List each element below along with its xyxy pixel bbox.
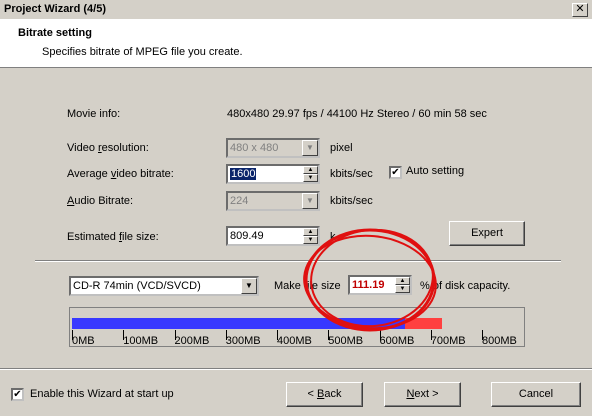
average-video-bitrate-label: Average video bitrate:: [67, 168, 174, 180]
capacity-tick-label: 400MB: [277, 335, 312, 347]
close-icon: ✕: [575, 3, 585, 15]
title-bar: Project Wizard (4/5) ✕: [0, 0, 592, 20]
capacity-tick-label: 200MB: [174, 335, 210, 347]
chevron-down-icon[interactable]: ▼: [302, 140, 318, 156]
chevron-down-icon[interactable]: ▼: [241, 278, 257, 294]
capacity-tick-label: 500MB: [328, 335, 364, 347]
cancel-button[interactable]: Cancel: [491, 382, 581, 407]
section-divider: [35, 260, 561, 262]
capacity-tick-label: 800MB: [482, 335, 517, 347]
enable-wizard-checkbox[interactable]: ✔: [11, 388, 24, 401]
capacity-tick-label: 600MB: [379, 335, 415, 347]
disc-type-select[interactable]: CD-R 74min (VCD/SVCD) ▼: [69, 276, 259, 296]
audio-bitrate-select[interactable]: 224 ▼: [226, 191, 320, 211]
capacity-overflow: [405, 318, 443, 329]
average-video-bitrate-input[interactable]: 1600 ▲ ▼: [226, 164, 320, 184]
checkmark-icon: ✔: [391, 167, 400, 178]
spin-down-icon[interactable]: ▼: [303, 236, 318, 244]
movie-info-label: Movie info:: [67, 108, 121, 120]
wizard-header: Bitrate setting Specifies bitrate of MPE…: [0, 20, 592, 68]
average-video-bitrate-value[interactable]: 1600: [230, 168, 257, 180]
disc-type-value: CD-R 74min (VCD/SVCD): [73, 280, 201, 292]
video-resolution-unit: pixel: [330, 142, 353, 154]
expert-button[interactable]: Expert: [449, 221, 525, 246]
capacity-tick-label: 300MB: [225, 335, 261, 347]
back-button[interactable]: < Back: [286, 382, 363, 407]
spin-down-icon[interactable]: ▼: [303, 174, 318, 182]
capacity-tick-label: 700MB: [430, 335, 466, 347]
spin-up-icon[interactable]: ▲: [303, 166, 318, 174]
auto-setting-label: Auto setting: [406, 165, 465, 177]
video-resolution-value: 480 x 480: [230, 142, 279, 154]
make-file-size-label: Make file size: [274, 280, 341, 292]
close-button[interactable]: ✕: [572, 3, 588, 17]
page-heading: Bitrate setting: [18, 27, 92, 39]
video-resolution-select[interactable]: 480 x 480 ▼: [226, 138, 320, 158]
window-title: Project Wizard (4/5): [4, 3, 106, 15]
video-resolution-label: Video resolution:: [67, 142, 149, 154]
spin-down-icon[interactable]: ▼: [395, 285, 410, 293]
audio-bitrate-value: 224: [230, 195, 249, 207]
estimated-file-size-unit: k: [330, 231, 336, 243]
auto-setting-checkbox[interactable]: ✔: [389, 166, 402, 179]
chevron-down-icon[interactable]: ▼: [302, 193, 318, 209]
footer-divider: [0, 368, 592, 370]
audio-bitrate-label: Audio Bitrate:: [67, 195, 134, 207]
enable-wizard-label: Enable this Wizard at start up: [30, 388, 174, 400]
disk-capacity-bar: 0MB 100MB 200MB 300MB 400MB 500MB 600MB 700MB 80…: [69, 307, 525, 347]
audio-bitrate-unit: kbits/sec: [330, 195, 373, 207]
movie-info-value: 480x480 29.97 fps / 44100 Hz Stereo / 60…: [227, 108, 487, 120]
make-file-size-suffix: % of disk capacity.: [420, 280, 511, 292]
estimated-file-size-input[interactable]: 809.49 ▲ ▼: [226, 226, 320, 246]
next-button[interactable]: Next >: [384, 382, 461, 407]
average-video-bitrate-unit: kbits/sec: [330, 168, 373, 180]
estimated-file-size-value[interactable]: 809.49: [230, 230, 264, 242]
checkmark-icon: ✔: [13, 389, 22, 400]
capacity-tick-label: 0MB: [72, 335, 95, 347]
page-subheading: Specifies bitrate of MPEG file you creat…: [42, 46, 243, 58]
make-file-size-value[interactable]: 111.19: [352, 279, 384, 291]
capacity-tick-label: 100MB: [123, 335, 159, 347]
spin-up-icon[interactable]: ▲: [303, 228, 318, 236]
estimated-file-size-label: Estimated file size:: [67, 231, 159, 243]
capacity-fill: [72, 318, 406, 329]
make-file-size-input[interactable]: 111.19 ▲ ▼: [348, 275, 412, 295]
spin-up-icon[interactable]: ▲: [395, 277, 410, 285]
